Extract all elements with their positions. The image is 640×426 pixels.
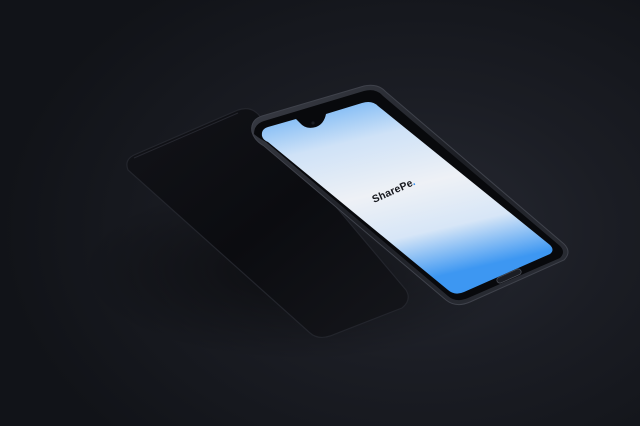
photo-scene: SharePe . bbox=[0, 0, 640, 426]
front-camera-icon bbox=[311, 121, 315, 125]
scene-svg: SharePe . bbox=[80, 84, 569, 360]
